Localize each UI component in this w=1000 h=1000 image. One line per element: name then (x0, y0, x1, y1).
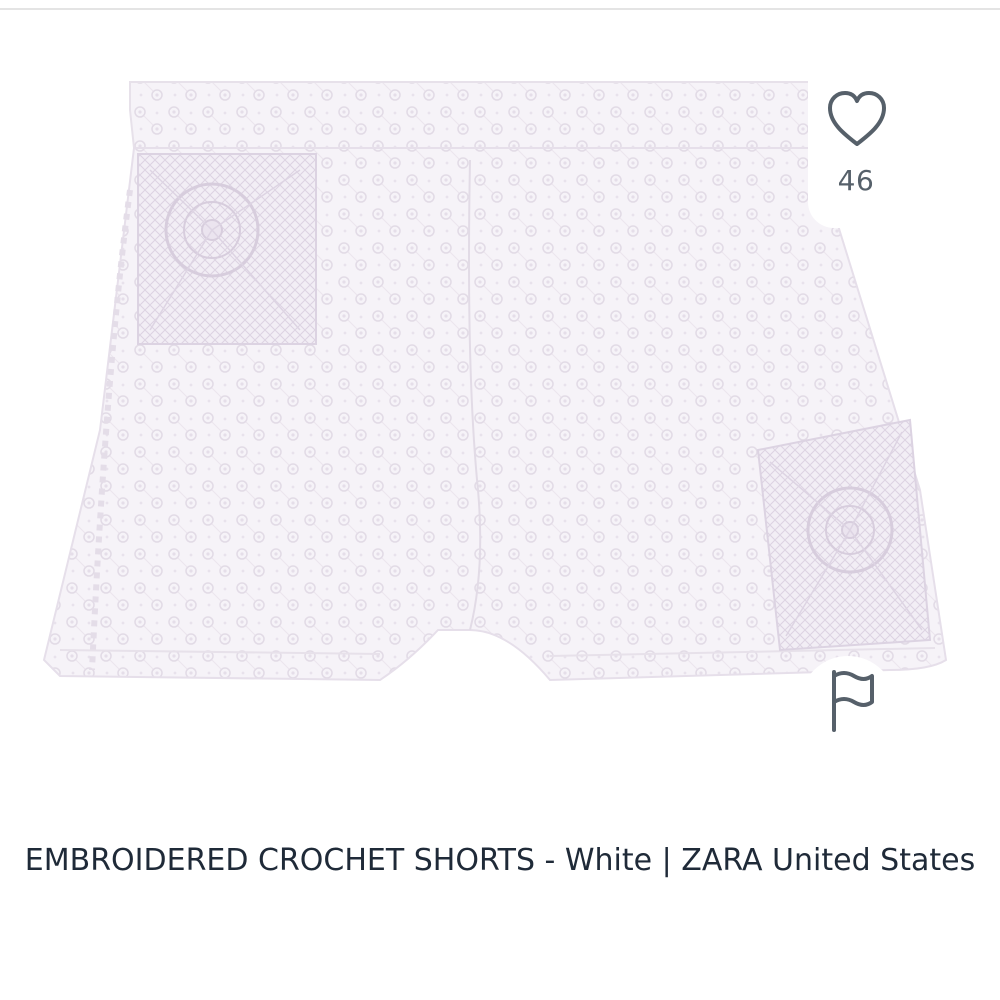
left-crochet-patch (137, 153, 317, 345)
product-title[interactable]: EMBROIDERED CROCHET SHORTS - White | ZAR… (20, 836, 980, 886)
flag-outline-icon (832, 670, 874, 732)
top-divider (0, 8, 1000, 10)
like-panel: 46 (808, 76, 904, 228)
report-button[interactable] (800, 656, 896, 752)
product-pin-page: 46 EMBROIDERED CROCHET SHORTS - White | … (0, 0, 1000, 1000)
heart-outline-icon[interactable] (824, 88, 890, 150)
right-crochet-patch (756, 418, 932, 652)
like-count: 46 (837, 164, 875, 197)
